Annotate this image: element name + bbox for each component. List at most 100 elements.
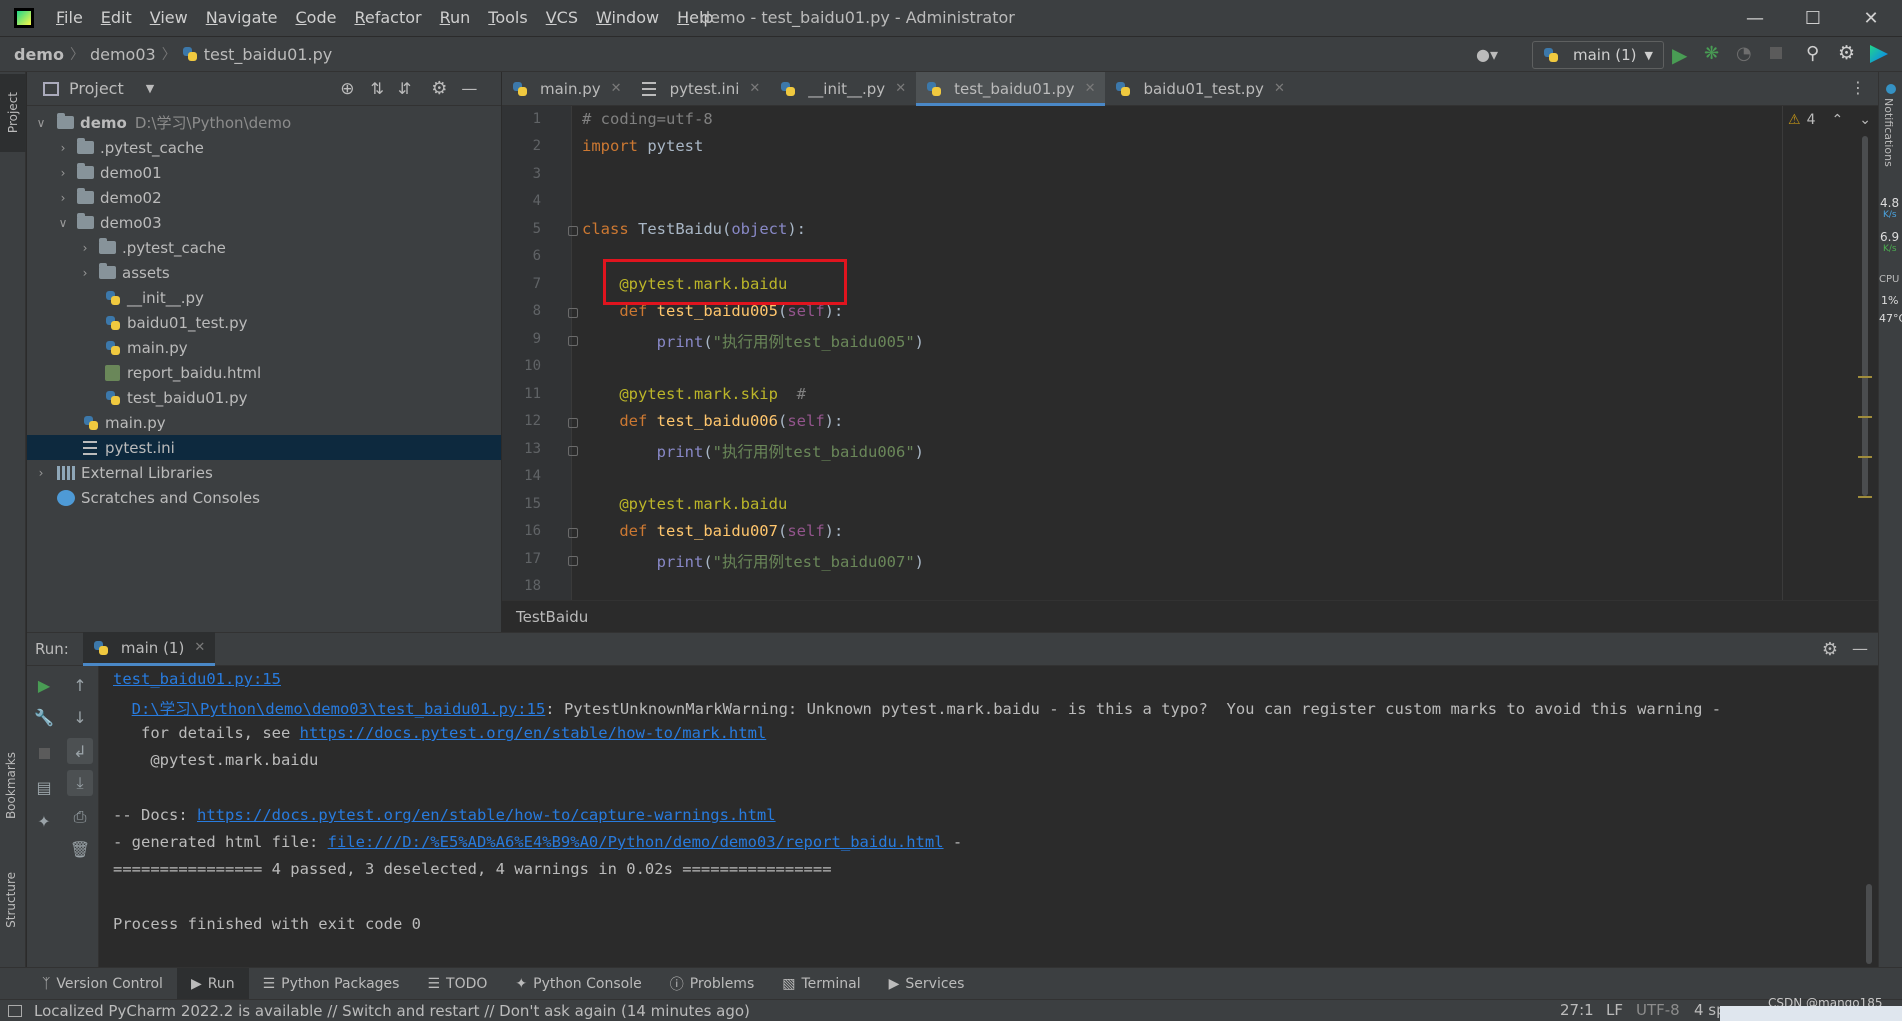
fold-marker-icon[interactable] (568, 528, 578, 538)
run-configuration-select[interactable]: main (1) ▼ (1532, 41, 1664, 69)
gear-icon[interactable]: ⚙ (1838, 42, 1855, 64)
editor-breadcrumb-class[interactable]: TestBaidu (516, 608, 588, 626)
console-link[interactable]: https://docs.pytest.org/en/stable/how-to… (197, 806, 776, 824)
console-link[interactable]: file:///D:/%E5%AD%A6%E4%B9%A0/Python/dem… (328, 833, 944, 851)
tree-item-demo01[interactable]: › demo01 (27, 160, 501, 185)
chevron-right-icon[interactable]: › (55, 166, 71, 180)
chevron-right-icon[interactable]: › (77, 266, 93, 280)
gear-icon[interactable]: ⚙ (1822, 639, 1838, 660)
tree-item-report-baidu-html[interactable]: report_baidu.html (27, 360, 501, 385)
tree-item-assets[interactable]: › assets (27, 260, 501, 285)
menu-navigate[interactable]: Navigate (206, 8, 278, 27)
tool-tab-version-control[interactable]: ᛉ Version Control (28, 968, 177, 1000)
line-separator[interactable]: LF (1606, 1001, 1623, 1019)
run-tab-main[interactable]: main (1) ✕ (82, 632, 216, 666)
arrow-down-icon[interactable]: ↓ (69, 706, 91, 728)
close-tab-icon[interactable]: ✕ (749, 81, 760, 96)
close-tab-icon[interactable]: ✕ (1085, 81, 1096, 96)
inspection-widget[interactable]: ⚠ 4 ⌃ ⌄ (1788, 112, 1871, 128)
maximize-button[interactable]: ☐ (1784, 0, 1842, 36)
jetbrains-toolbox-icon[interactable] (1870, 45, 1888, 63)
tree-item-demo03-main-py[interactable]: main.py (27, 335, 501, 360)
scroll-to-end-icon[interactable]: ⤓ (67, 770, 93, 796)
tree-item-init-py[interactable]: __init__.py (27, 285, 501, 310)
menu-window[interactable]: Window (596, 8, 659, 27)
menu-file[interactable]: File (56, 8, 83, 27)
breadcrumb-project[interactable]: demo (14, 45, 64, 64)
tool-tab-python-console[interactable]: ✦ Python Console (501, 968, 655, 1000)
hide-panel-icon[interactable]: — (461, 79, 477, 98)
tree-item-pytest-cache[interactable]: › .pytest_cache (27, 135, 501, 160)
coverage-icon[interactable]: ◔ (1736, 43, 1752, 64)
tab-pytest-ini[interactable]: pytest.ini ✕ (632, 72, 771, 106)
menu-vcs[interactable]: VCS (546, 8, 578, 27)
tree-item-demo03-pytest-cache[interactable]: › .pytest_cache (27, 235, 501, 260)
menu-view[interactable]: View (150, 8, 188, 27)
warning-stripe[interactable] (1858, 416, 1872, 418)
tool-tab-terminal[interactable]: ▧ Terminal (768, 968, 874, 1000)
tool-tab-todo[interactable]: ☰ TODO (413, 968, 501, 1000)
hide-panel-icon[interactable]: — (1852, 639, 1868, 658)
print-icon[interactable]: ⎙ (69, 806, 91, 828)
fold-marker-icon[interactable] (568, 446, 578, 456)
fold-marker-icon[interactable] (568, 226, 578, 236)
tool-tab-run[interactable]: ▶ Run (176, 967, 249, 1000)
tree-item-main-py[interactable]: main.py (27, 410, 501, 435)
tab-test-baidu01-py[interactable]: test_baidu01.py ✕ (916, 71, 1106, 106)
minimize-button[interactable]: — (1726, 0, 1784, 36)
close-tab-icon[interactable]: ✕ (611, 81, 622, 96)
gear-icon[interactable]: ⚙ (431, 78, 447, 99)
fold-marker-icon[interactable] (568, 308, 578, 318)
file-encoding[interactable]: UTF-8 (1636, 1001, 1680, 1019)
tab-init-py[interactable]: __init__.py ✕ (770, 72, 916, 106)
search-icon[interactable]: ⚲ (1806, 43, 1819, 64)
tool-tab-python-packages[interactable]: ☰ Python Packages (249, 968, 414, 1000)
pin-tab-icon[interactable]: ✦ (33, 810, 55, 832)
chevron-down-icon[interactable]: ∨ (33, 116, 49, 130)
previous-highlight-icon[interactable]: ⌃ (1831, 112, 1843, 128)
close-window-button[interactable]: ✕ (1842, 0, 1900, 36)
code-editor[interactable]: 1 2 3 4 5 6 7 8 9 10 11 12 13 14 15 16 1… (502, 106, 1878, 600)
menu-code[interactable]: Code (296, 8, 337, 27)
arrow-up-icon[interactable]: ↑ (69, 674, 91, 696)
chevron-down-icon[interactable]: ▼ (146, 82, 154, 95)
debug-icon[interactable]: ❋ (1704, 43, 1719, 64)
fold-marker-icon[interactable] (568, 336, 578, 346)
bookmarks-tool-button[interactable]: Bookmarks (4, 752, 18, 823)
tab-baidu01-test-py[interactable]: baidu01_test.py ✕ (1105, 72, 1294, 106)
close-tab-icon[interactable]: ✕ (895, 81, 906, 96)
tree-item-demo03[interactable]: ∨ demo03 (27, 210, 501, 235)
expand-all-icon[interactable]: ⇅ (370, 79, 383, 98)
chevron-right-icon[interactable]: › (77, 241, 93, 255)
menu-edit[interactable]: Edit (101, 8, 132, 27)
caret-position[interactable]: 27:1 (1560, 1001, 1594, 1019)
more-tabs-icon[interactable]: ⋮ (1850, 78, 1866, 97)
console-link[interactable]: D:\学习\Python\demo\demo03\test_baidu01.py… (132, 700, 546, 718)
tab-main-py[interactable]: main.py ✕ (502, 72, 632, 106)
trash-icon[interactable]: 🗑 (69, 838, 91, 860)
menu-tools[interactable]: Tools (488, 8, 527, 27)
console-link[interactable]: https://docs.pytest.org/en/stable/how-to… (300, 724, 767, 742)
fold-marker-icon[interactable] (568, 556, 578, 566)
fold-marker-icon[interactable] (568, 418, 578, 428)
menu-run[interactable]: Run (440, 8, 471, 27)
warning-stripe[interactable] (1858, 456, 1872, 458)
menu-refactor[interactable]: Refactor (354, 8, 421, 27)
warning-stripe[interactable] (1858, 496, 1872, 498)
user-account-icon[interactable]: ●▾ (1476, 45, 1498, 64)
console-scrollbar[interactable] (1866, 884, 1872, 964)
stop-icon[interactable] (33, 742, 55, 764)
status-message[interactable]: Localized PyCharm 2022.2 is available //… (34, 1002, 750, 1020)
project-tool-button[interactable]: Project (0, 74, 26, 152)
tree-item-demo02[interactable]: › demo02 (27, 185, 501, 210)
stop-icon[interactable] (1770, 47, 1782, 59)
breadcrumb-folder[interactable]: demo03 (90, 45, 156, 64)
tree-item-external-libraries[interactable]: › External Libraries (27, 460, 501, 485)
close-tab-icon[interactable]: ✕ (194, 640, 205, 655)
next-highlight-icon[interactable]: ⌄ (1859, 112, 1871, 128)
console-link[interactable]: test_baidu01.py:15 (113, 670, 281, 688)
tool-tab-services[interactable]: ▶ Services (875, 968, 979, 1000)
tree-item-scratches[interactable]: Scratches and Consoles (27, 485, 501, 510)
tree-item-pytest-ini[interactable]: pytest.ini (27, 435, 501, 460)
locate-file-icon[interactable]: ⊕ (340, 79, 354, 99)
